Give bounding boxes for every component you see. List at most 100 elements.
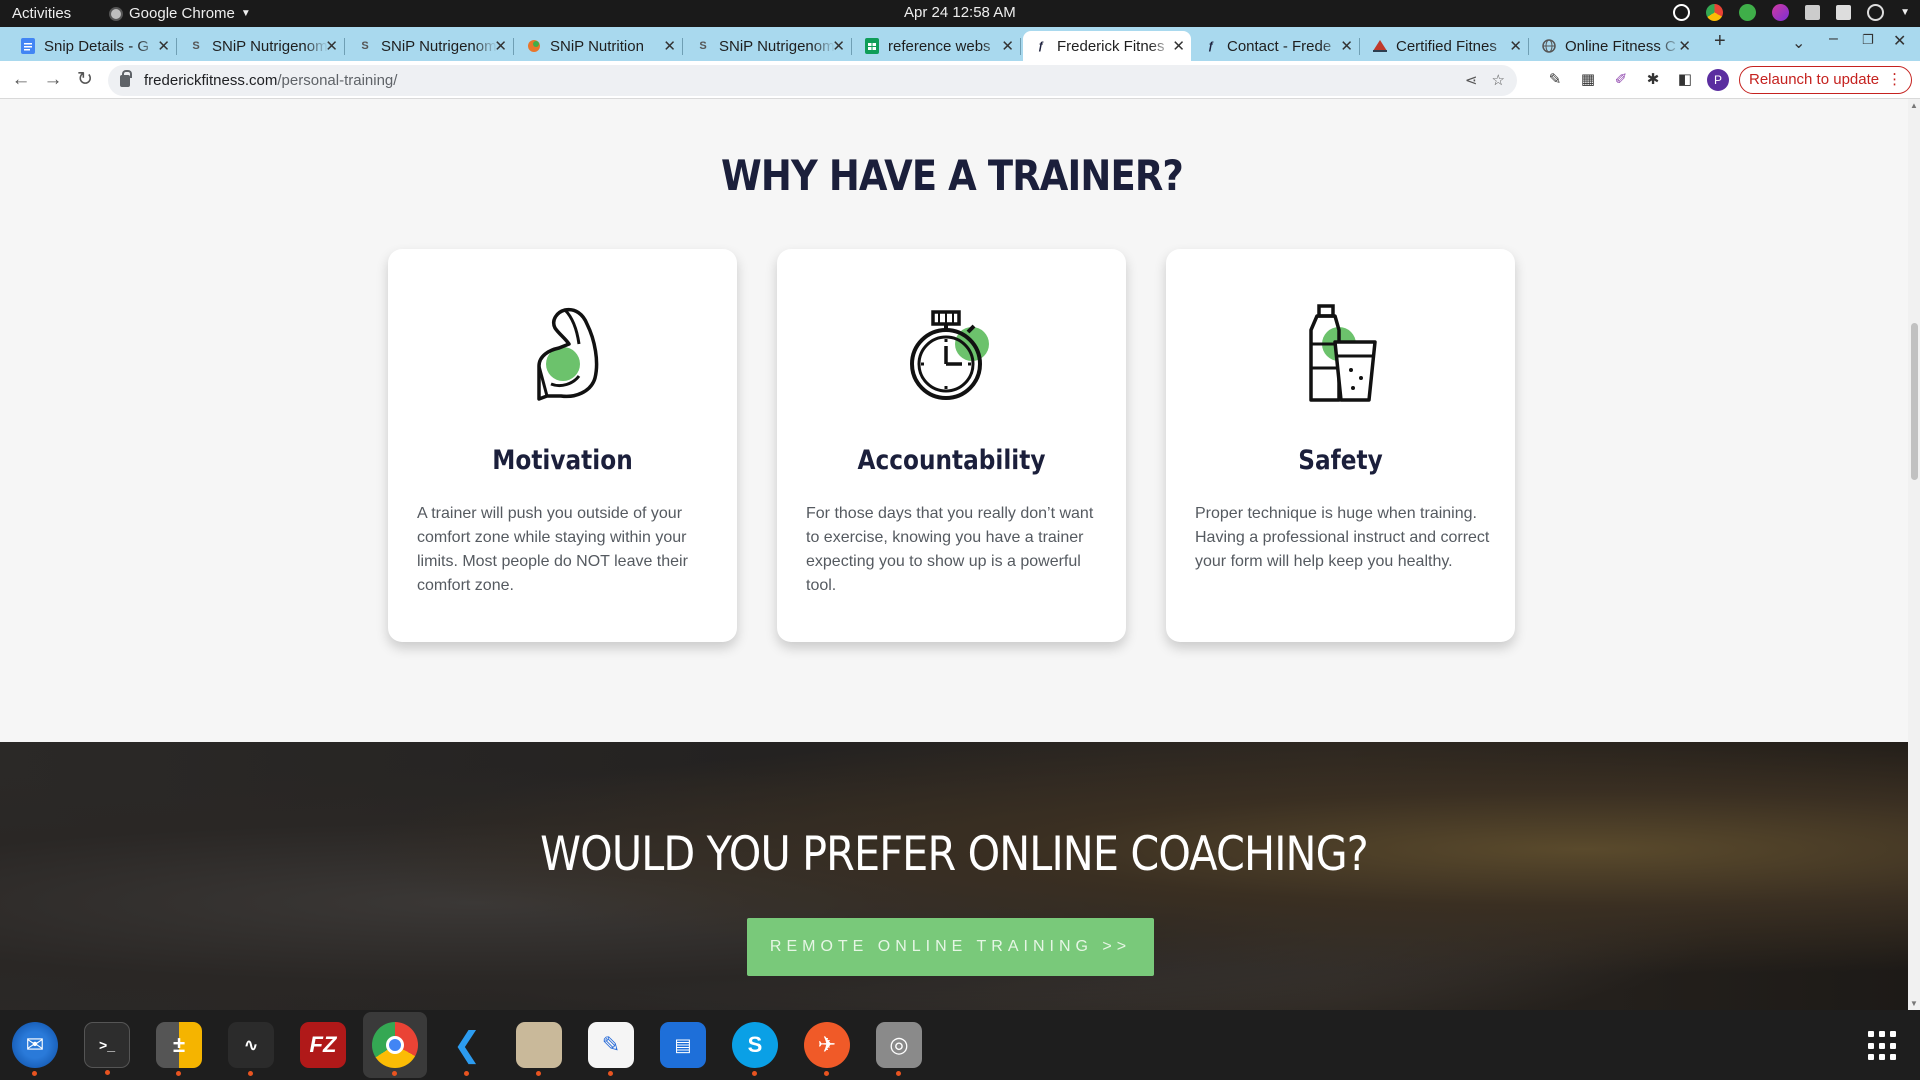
tab-snip-details[interactable]: Snip Details - G ✕ [10, 31, 177, 61]
profile-avatar[interactable]: P [1707, 69, 1729, 91]
system-tray[interactable]: ▼ [1673, 4, 1910, 21]
files-icon[interactable] [516, 1022, 562, 1076]
thunderbird-icon[interactable]: ✉ [12, 1022, 58, 1076]
more-menu-icon[interactable]: ⋮ [1887, 67, 1902, 93]
page-scrollbar[interactable]: ▲ ▼ [1908, 99, 1920, 1010]
close-icon[interactable]: ✕ [832, 37, 845, 55]
check-tray-icon[interactable] [1739, 4, 1757, 21]
tab-title: SNiP Nutrigenom [381, 37, 497, 55]
app-menu[interactable]: Google Chrome ▼ [109, 5, 251, 22]
running-indicator [608, 1071, 613, 1076]
flexed-arm-icon [537, 307, 599, 401]
skype-icon[interactable]: S [732, 1022, 778, 1076]
back-button[interactable]: ← [9, 68, 33, 92]
scrollbar-thumb[interactable] [1911, 323, 1918, 480]
tab-title: Frederick Fitnes [1057, 37, 1165, 55]
close-icon[interactable]: ✕ [663, 37, 676, 55]
close-icon[interactable]: ✕ [1678, 37, 1691, 55]
terminal-icon[interactable]: >_ [84, 1022, 130, 1075]
tab-snip-nutrition[interactable]: SNiP Nutrition ✕ [516, 31, 683, 61]
url-domain: frederickfitness.com [144, 72, 278, 89]
remote-online-training-button[interactable]: REMOTE ONLINE TRAINING >> [747, 918, 1154, 976]
scroll-down-arrow[interactable]: ▼ [1910, 999, 1918, 1008]
restore-button[interactable]: ❐ [1862, 32, 1874, 48]
online-coaching-heading: WOULD YOU PREFER ONLINE COACHING? [540, 827, 1369, 882]
activities-button[interactable]: Activities [12, 5, 71, 22]
screencast-icon[interactable] [1673, 4, 1691, 21]
tab-reference-websites[interactable]: reference webs ✕ [854, 31, 1021, 61]
forward-button[interactable]: → [41, 68, 65, 92]
address-bar[interactable]: frederickfitness.com/personal-training/ … [108, 65, 1517, 96]
clock[interactable]: Apr 24 12:58 AM [904, 4, 1016, 21]
running-indicator [824, 1071, 829, 1076]
close-icon[interactable]: ✕ [1509, 37, 1522, 55]
tab-snip-nutrigenomics-3[interactable]: S SNiP Nutrigenom ✕ [685, 31, 852, 61]
card-text: Proper technique is huge when training. … [1195, 505, 1490, 570]
text-editor-icon[interactable]: ✎ [588, 1022, 634, 1076]
tab-snip-nutrigenomics-1[interactable]: S SNiP Nutrigenom ✕ [178, 31, 345, 61]
tab-certified-fitness[interactable]: Certified Fitnes ✕ [1362, 31, 1529, 61]
tab-separator [851, 38, 852, 55]
running-indicator [32, 1071, 37, 1076]
card-title: Safety [1298, 445, 1383, 476]
lock-icon[interactable] [120, 69, 132, 87]
tab-snip-nutrigenomics-2[interactable]: S SNiP Nutrigenom ✕ [347, 31, 514, 61]
web-page: WHY HAVE A TRAINER? Motivation A trainer… [0, 99, 1908, 1010]
close-icon[interactable]: ✕ [1001, 37, 1014, 55]
pen-extension-icon[interactable]: ✐ [1611, 70, 1631, 90]
minimize-button[interactable]: – [1829, 30, 1838, 48]
tab-strip: Snip Details - G ✕ S SNiP Nutrigenom ✕ S… [0, 27, 1920, 61]
close-icon[interactable]: ✕ [1340, 37, 1353, 55]
tab-contact-frederick[interactable]: ƒ Contact - Frede ✕ [1193, 31, 1360, 61]
share-icon[interactable]: ⋖ [1465, 71, 1478, 89]
running-indicator [464, 1071, 469, 1076]
relaunch-label: Relaunch to update [1749, 71, 1880, 88]
snip-icon: S [361, 40, 369, 52]
close-icon[interactable]: ✕ [325, 37, 338, 55]
why-have-a-trainer-heading: WHY HAVE A TRAINER? [721, 151, 1184, 200]
scroll-up-arrow[interactable]: ▲ [1910, 101, 1918, 110]
vscode-icon[interactable]: ❮ [444, 1022, 490, 1076]
eyedropper-extension-icon[interactable]: ✎ [1545, 70, 1565, 90]
bookmark-star-icon[interactable]: ☆ [1492, 71, 1505, 89]
system-monitor-icon[interactable]: ∿ [228, 1022, 274, 1076]
disks-icon[interactable]: ◎ [876, 1022, 922, 1076]
new-tab-button[interactable]: + [1714, 30, 1726, 53]
tab-title: SNiP Nutrigenom [212, 37, 328, 55]
filezilla-icon[interactable]: FZ [300, 1022, 346, 1068]
extensions-puzzle-icon[interactable]: ✱ [1643, 70, 1663, 90]
safety-card: Safety Proper technique is huge when tra… [1166, 249, 1515, 642]
calculator-icon[interactable]: ± [156, 1022, 202, 1076]
power-icon[interactable] [1867, 4, 1885, 21]
tab-frederick-fitness[interactable]: ƒ Frederick Fitnes ✕ [1023, 31, 1191, 61]
tab-search-button[interactable]: ⌄ [1792, 33, 1805, 53]
docs-icon [20, 38, 36, 54]
calendar-extension-icon[interactable]: ▦ [1578, 70, 1598, 90]
relaunch-to-update-button[interactable]: Relaunch to update ⋮ [1739, 66, 1913, 94]
close-icon[interactable]: ✕ [1172, 37, 1185, 55]
close-icon[interactable]: ✕ [494, 37, 507, 55]
online-coaching-section: WOULD YOU PREFER ONLINE COACHING? REMOTE… [0, 742, 1908, 1010]
close-icon[interactable]: ✕ [157, 37, 170, 55]
browser-toolbar: ← → ↻ frederickfitness.com/personal-trai… [0, 61, 1920, 99]
postman-icon[interactable]: ✈ [804, 1022, 850, 1076]
chrome-icon[interactable] [372, 1022, 418, 1076]
tab-title: SNiP Nutrigenom [719, 37, 835, 55]
running-indicator [536, 1071, 541, 1076]
running-indicator [105, 1070, 110, 1075]
running-indicator [248, 1071, 253, 1076]
dock: ✉ >_ ± ∿ FZ ❮ ✎ ▤ S ✈ ◎ [0, 1010, 1920, 1080]
libreoffice-writer-icon[interactable]: ▤ [660, 1022, 706, 1068]
reload-button[interactable]: ↻ [73, 68, 97, 92]
tab-online-fitness[interactable]: Online Fitness C ✕ [1531, 31, 1697, 61]
side-panel-icon[interactable]: ◧ [1675, 70, 1695, 90]
network-icon[interactable] [1805, 5, 1821, 20]
volume-icon[interactable] [1836, 5, 1852, 20]
tab-title: reference webs [888, 37, 991, 55]
close-window-button[interactable]: ✕ [1893, 31, 1906, 51]
chevron-down-icon[interactable]: ▼ [1900, 7, 1910, 18]
color-tray-icon[interactable] [1772, 4, 1790, 21]
tab-title: Certified Fitnes [1396, 37, 1497, 55]
show-apps-grid-icon[interactable] [1868, 1031, 1898, 1061]
chrome-tray-icon[interactable] [1706, 4, 1724, 21]
